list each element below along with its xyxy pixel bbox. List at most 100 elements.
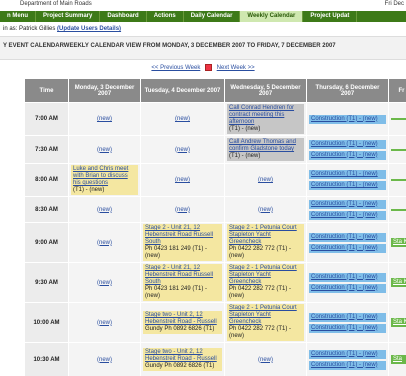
new-event-link[interactable]: (new) <box>97 320 112 326</box>
event-text[interactable]: Construction (T1) - (new) <box>311 171 378 177</box>
new-event-link[interactable]: (new) <box>97 207 112 213</box>
event-tail[interactable]: Ph 0422 282 772 (T1) - (new) <box>229 286 291 299</box>
event-text[interactable]: Construction (T1) - (new) <box>311 234 378 240</box>
event-text[interactable]: Construction (T1) - (new) <box>311 201 378 207</box>
next-week-link[interactable]: Next Week >> <box>217 65 255 71</box>
event-entry[interactable]: Sta Ke <box>391 318 406 327</box>
event-text[interactable]: Stage 2 - Unit 21, 12 Hebenstreit Road R… <box>145 265 213 285</box>
new-event-link[interactable]: (new) <box>97 116 112 122</box>
event-text[interactable]: Construction (T1) - (new) <box>311 285 378 291</box>
calendar-cell-tue[interactable]: (new) <box>140 196 225 223</box>
calendar-cell-wed[interactable]: Stage 2 - 1 Petunia Court Stapleton Yach… <box>224 262 307 303</box>
nav-item-main-menu[interactable]: n Menu <box>0 11 36 22</box>
event-tail[interactable]: Ph 0423 181 249 (T1) - (new) <box>145 286 207 299</box>
calendar-cell-tue[interactable]: (new) <box>140 102 225 136</box>
calendar-cell-wed[interactable]: Call Conrad Hendren for contract meeting… <box>224 102 307 136</box>
nav-item-project-summary[interactable]: Project Summary <box>36 11 101 22</box>
calendar-cell-mon[interactable]: (new) <box>68 222 141 263</box>
event-entry[interactable]: Luke and Chris meet with Brian to discus… <box>71 165 138 195</box>
event-tail[interactable]: (T1) - (new) <box>229 153 260 159</box>
new-event-link[interactable]: (new) <box>175 147 190 153</box>
event-entry[interactable] <box>391 118 406 120</box>
calendar-cell-fri[interactable] <box>388 163 406 197</box>
calendar-cell-tue[interactable]: Stage 2 - Unit 21, 12 Hebenstreit Road R… <box>140 262 225 303</box>
calendar-cell-mon[interactable]: (new) <box>68 342 141 376</box>
calendar-cell-fri[interactable] <box>388 102 406 136</box>
event-text[interactable]: Stage 2 - 1 Petunia Court Stapleton Yach… <box>229 225 297 245</box>
event-text[interactable]: Stage two - Unit 2, 12 Hebenstreit Road … <box>145 312 217 325</box>
calendar-cell-mon[interactable]: (new) <box>68 102 141 136</box>
event-text[interactable]: Stage 2 - Unit 21, 12 Hebenstreit Road R… <box>145 225 213 245</box>
event-text[interactable]: Construction (T1) - (new) <box>311 274 378 280</box>
calendar-cell-thu[interactable]: Construction (T1) - (new) <box>306 102 389 136</box>
event-tail[interactable]: (T1) - (new) <box>229 126 260 132</box>
event-entry[interactable]: Stage two - Unit 2, 12 Hebenstreit Road … <box>143 311 222 334</box>
event-entry[interactable]: Construction (T1) - (new) <box>309 312 386 322</box>
event-entry[interactable]: Construction (T1) - (new) <box>309 232 386 242</box>
calendar-cell-tue[interactable]: Stage two - Unit 2, 12 Hebenstreit Road … <box>140 302 225 343</box>
calendar-cell-tue[interactable]: Stage 2 - Unit 21, 12 Hebenstreit Road R… <box>140 222 225 263</box>
calendar-cell-wed[interactable]: (new) <box>224 342 307 376</box>
event-text[interactable]: Sta Ke <box>393 279 406 285</box>
event-text[interactable]: Stage two - Unit 2, 12 Hebenstreit Road … <box>145 349 217 362</box>
event-text[interactable]: Stage 2 - 1 Petunia Court Stapleton Yach… <box>229 305 297 325</box>
calendar-cell-fri[interactable]: Sta Ke <box>388 302 406 343</box>
calendar-cell-mon[interactable]: (new) <box>68 302 141 343</box>
event-entry[interactable]: Stage two - Unit 2, 12 Hebenstreit Road … <box>143 348 222 371</box>
calendar-cell-thu[interactable]: Construction (T1) - (new) Construction (T… <box>306 342 389 376</box>
calendar-cell-tue[interactable]: (new) <box>140 135 225 164</box>
calendar-cell-thu[interactable]: Construction (T1) - (new) Construction (T… <box>306 163 389 197</box>
new-event-link[interactable]: (new) <box>258 177 273 183</box>
calendar-cell-fri[interactable]: Sta Ke <box>388 222 406 263</box>
event-text[interactable]: Construction (T1) - (new) <box>311 182 378 188</box>
calendar-cell-wed[interactable]: (new) <box>224 163 307 197</box>
event-entry[interactable]: Construction (T1) - (new) <box>309 349 386 359</box>
previous-week-link[interactable]: << Previous Week <box>151 65 200 71</box>
nav-item-dashboard[interactable]: Dashboard <box>100 11 147 22</box>
event-text[interactable]: Construction (T1) - (new) <box>311 141 378 147</box>
calendar-cell-tue[interactable]: Stage two - Unit 2, 12 Hebenstreit Road … <box>140 342 225 376</box>
event-tail[interactable]: Ph 0423 181 249 (T1) - (new) <box>145 246 207 259</box>
event-text[interactable]: Construction (T1) - (new) <box>311 325 378 331</box>
event-entry[interactable]: Construction (T1) - (new) <box>309 181 386 190</box>
calendar-cell-thu[interactable]: Construction (T1) - (new) Construction (T… <box>306 135 389 164</box>
event-text[interactable]: Sta <box>393 356 402 362</box>
event-entry[interactable]: Call Andrew Thomas and confirm Gladstone… <box>227 138 304 161</box>
event-tail[interactable]: (T1) - (new) <box>73 187 104 193</box>
nav-item-actions[interactable]: Actions <box>147 11 184 22</box>
event-entry[interactable] <box>391 208 406 211</box>
event-tail[interactable]: Gundy Ph 0892 6826 (T1) <box>145 363 214 369</box>
calendar-cell-thu[interactable]: Construction (T1) - (new) Construction (T… <box>306 196 389 223</box>
calendar-cell-wed[interactable]: Stage 2 - 1 Petunia Court Stapleton Yach… <box>224 222 307 263</box>
event-entry[interactable]: Construction (T1) - (new) <box>309 139 386 149</box>
event-entry[interactable]: Stage 2 - Unit 21, 12 Hebenstreit Road R… <box>143 224 222 261</box>
calendar-cell-mon[interactable]: Luke and Chris meet with Brian to discus… <box>68 163 141 197</box>
calendar-cell-wed[interactable]: (new) <box>224 196 307 223</box>
event-entry[interactable] <box>391 148 406 151</box>
event-entry[interactable]: Stage 2 - Unit 21, 12 Hebenstreit Road R… <box>143 264 222 301</box>
event-entry[interactable]: Construction (T1) - (new) <box>309 323 386 333</box>
event-entry[interactable]: Construction (T1) - (new) <box>309 283 386 293</box>
calendar-cell-mon[interactable]: (new) <box>68 135 141 164</box>
calendar-cell-fri[interactable] <box>388 135 406 164</box>
event-entry[interactable]: Construction (T1) - (new) <box>309 150 386 160</box>
event-text[interactable]: Construction (T1) - (new) <box>311 362 378 368</box>
event-entry[interactable]: Construction (T1) - (new) <box>309 114 386 124</box>
new-event-link[interactable]: (new) <box>258 207 273 213</box>
event-entry[interactable]: Construction (T1) - (new) <box>309 210 386 220</box>
event-entry[interactable]: Sta Ke <box>391 238 406 247</box>
calendar-cell-thu[interactable]: Construction (T1) - (new) Construction (T… <box>306 302 389 343</box>
event-tail[interactable]: Ph 0422 282 772 (T1) - (new) <box>229 246 291 259</box>
event-text[interactable]: Construction (T1) - (new) <box>311 152 378 158</box>
new-event-link[interactable]: (new) <box>97 357 112 363</box>
new-event-link[interactable]: (new) <box>175 116 190 122</box>
event-entry[interactable]: Construction (T1) - (new) <box>309 272 386 282</box>
event-text[interactable]: Construction (T1) - (new) <box>311 351 378 357</box>
update-user-details-link[interactable]: (Update Users Details) <box>57 26 121 32</box>
calendar-cell-fri[interactable]: Sta Ke <box>388 262 406 303</box>
event-text[interactable]: Call Andrew Thomas and confirm Gladstone… <box>229 139 296 152</box>
event-text[interactable]: Sta Ke <box>393 239 406 245</box>
event-entry[interactable]: Call Conrad Hendren for contract meeting… <box>227 104 304 134</box>
event-entry[interactable]: Sta <box>391 355 406 364</box>
calendar-cell-wed[interactable]: Call Andrew Thomas and confirm Gladstone… <box>224 135 307 164</box>
